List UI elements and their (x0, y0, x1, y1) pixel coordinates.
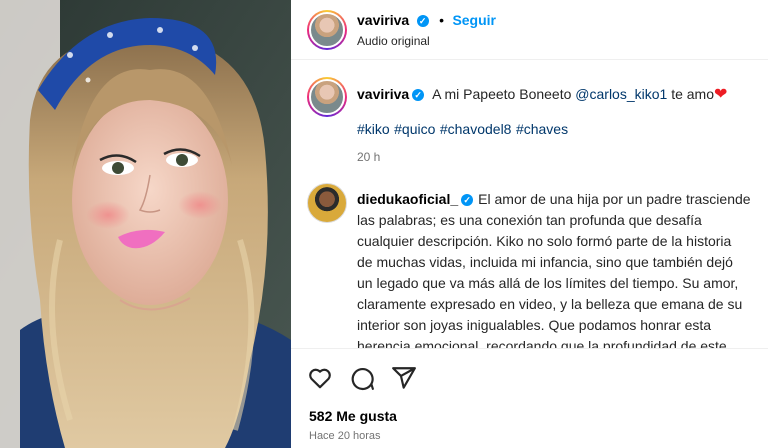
verified-badge-icon: ✓ (412, 89, 425, 101)
hashtag-chavodel8[interactable]: #chavodel8 (440, 121, 512, 137)
author-line: vaviriva ✓ • Seguir (357, 12, 496, 30)
post-side-panel: vaviriva ✓ • Seguir Audio original vavir… (291, 0, 768, 448)
comment-icon[interactable] (349, 365, 375, 391)
caption-mention[interactable]: @carlos_kiko1 (575, 86, 667, 102)
verified-badge-icon: ✓ (461, 194, 474, 206)
comment-line: las palabras; es una conexión tan profun… (357, 212, 702, 228)
comment-line: cualquier descripción. Kiko no solo form… (357, 233, 732, 249)
posted-ago[interactable]: Hace 20 horas (309, 430, 381, 442)
caption-time[interactable]: 20 h (357, 150, 380, 164)
comment-line: El amor de una hija por un padre trascie… (478, 191, 751, 207)
author-username[interactable]: vaviriva (357, 12, 409, 28)
comment-line: interior son joyas inigualables. Que pod… (357, 317, 712, 333)
comment-line: un legado que va más allá de los límites… (357, 275, 739, 291)
comment-username[interactable]: diedukaoficial_ (357, 191, 458, 207)
comment-line: herencia emocional, recordando que la pr… (357, 338, 727, 348)
red-heart-emoji-icon: ❤ (714, 86, 728, 103)
comment: diedukaoficial_ ✓ El amor de una hija por … (357, 189, 762, 348)
post-photo (0, 0, 291, 448)
caption-username[interactable]: vaviriva (357, 86, 409, 102)
share-icon[interactable] (391, 365, 417, 391)
caption-text-after: te amo (671, 86, 715, 102)
likes-count[interactable]: 582 Me gusta (309, 408, 397, 424)
comment-line: de muchas vidas, incluida mi infancia, s… (357, 254, 733, 270)
comment-line: claramente expresado en video, y la bell… (357, 296, 743, 312)
post-media[interactable] (0, 0, 291, 448)
caption: vaviriva ✓ A mi Papeeto Boneeto @carlos_k… (357, 84, 752, 105)
hashtag-kiko[interactable]: #kiko (357, 121, 390, 137)
heart-icon[interactable] (307, 365, 333, 391)
caption-hashtags: #kiko #quico #chavodel8 #chaves (357, 121, 568, 139)
verified-badge-icon: ✓ (416, 15, 429, 27)
comment-avatar[interactable] (307, 183, 347, 223)
author-avatar[interactable] (307, 10, 347, 50)
caption-text: A mi Papeeto Boneeto (432, 86, 572, 102)
comments-section[interactable]: vaviriva ✓ A mi Papeeto Boneeto @carlos_k… (291, 61, 768, 348)
hashtag-quico[interactable]: #quico (394, 121, 435, 137)
follow-button[interactable]: Seguir (452, 12, 496, 28)
audio-label[interactable]: Audio original (357, 34, 430, 48)
separator-dot: • (439, 12, 444, 28)
caption-avatar[interactable] (307, 77, 347, 117)
post-header: vaviriva ✓ • Seguir Audio original (291, 0, 768, 60)
action-bar: 582 Me gusta Hace 20 horas (291, 348, 768, 448)
comment-first-line: diedukaoficial_ ✓ El amor de una hija por … (357, 189, 762, 210)
hashtag-chaves[interactable]: #chaves (516, 121, 568, 137)
